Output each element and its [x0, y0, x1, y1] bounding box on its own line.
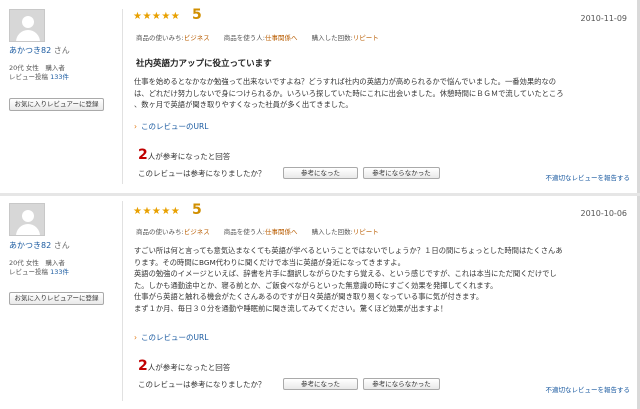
review-body-line: 仕事がら英語と触れる機会がたくさんあるのですが日々英語が聞き取り易くなっている事… — [134, 292, 484, 301]
review-body-line: 、数ヶ月で英語が聞き取りやすくなった社員が多く出てきました。 — [134, 100, 353, 109]
reviewer-post-count: レビュー投稿 133件 — [9, 73, 69, 82]
review-body-line: 英語の勉強のイメージといえば、辞書を片手に翻訳しながらひたすら覚える、という感じ… — [134, 269, 557, 278]
reviewer-name: あかつき82 さん — [9, 45, 70, 56]
helpful-no-button[interactable]: 参考にならなかった — [363, 378, 440, 390]
times-label: 購入した回数: — [311, 228, 353, 236]
helpful-count: 2 — [138, 147, 148, 163]
usage-label: 商品の使いみち: — [136, 34, 184, 42]
favorite-reviewer-button[interactable]: お気に入りレビュアーに登録 — [9, 98, 104, 111]
post-count-label: レビュー投稿 — [9, 268, 48, 276]
review-body: 仕事を始めるとなかなか勉強って出来ないですよね？どうすれば社内の英語力が高められ… — [134, 76, 624, 111]
helpful-text: 人が参考になったと回答 — [147, 152, 231, 161]
review-card: あかつき82 さん 20代 女性 購入者 レビュー投稿 133件 お気に入りレビ… — [0, 196, 640, 409]
helpful-yes-button[interactable]: 参考になった — [283, 167, 358, 179]
reviewer-name: あかつき82 さん — [9, 240, 70, 251]
review-card: あかつき82 さん 20代 女性 購入者 レビュー投稿 133件 お気に入りレビ… — [0, 0, 640, 193]
for-label: 商品を使う人: — [223, 228, 265, 236]
review-body-line: まず１か月、毎日３０分を通勤や睡眠前に聞き流してみてください。驚くほど効果が出ま… — [134, 303, 448, 313]
star-rating-icon: ★★★★★ — [133, 11, 181, 22]
helpful-count: 2 — [138, 358, 148, 374]
helpful-summary: 2人が参考になったと回答 — [138, 358, 230, 374]
column-divider — [122, 201, 123, 401]
report-review-link[interactable]: 不適切なレビューを報告する — [546, 384, 631, 394]
review-date: 2010-10-06 — [580, 209, 628, 218]
reviewer-demographics: 20代 女性 購入者 — [9, 64, 65, 72]
times-value-link[interactable]: リピート — [353, 228, 379, 236]
star-rating-icon: ★★★★★ — [133, 206, 181, 217]
review-title: 社内英語力アップに役立っています — [136, 59, 272, 69]
review-body-line: 仕事を始めるとなかなか勉強って出来ないですよね？どうすれば社内の英語力が高められ… — [134, 77, 557, 86]
review-url-label[interactable]: このレビューのURL — [141, 333, 208, 342]
reviewer-post-count: レビュー投稿 133件 — [9, 268, 69, 277]
times-label: 購入した回数: — [311, 34, 353, 42]
column-divider — [122, 9, 123, 184]
arrow-right-icon: › — [134, 122, 137, 131]
rating-score: 5 — [192, 7, 202, 23]
usage-value-link[interactable]: ビジネス — [184, 228, 210, 236]
usage-label: 商品の使いみち: — [136, 228, 184, 236]
helpful-text: 人が参考になったと回答 — [147, 363, 231, 372]
helpful-yes-button[interactable]: 参考になった — [283, 378, 358, 390]
rating-score: 5 — [192, 202, 202, 218]
for-label: 商品を使う人: — [223, 34, 265, 42]
reviewer-name-link[interactable]: あかつき82 — [9, 46, 51, 55]
review-meta: 商品の使いみち:ビジネス 商品を使う人:仕事関係へ 購入した回数:リピート — [136, 226, 391, 236]
favorite-reviewer-button[interactable]: お気に入りレビュアーに登録 — [9, 292, 104, 305]
usage-value-link[interactable]: ビジネス — [184, 34, 210, 42]
review-body-line: すごい所は何と言っても意気込まなくても英語が学べるということではないでしょうか？… — [134, 246, 563, 255]
for-value-link[interactable]: 仕事関係へ — [265, 34, 298, 42]
review-url-link[interactable]: › このレビューのURL — [134, 332, 208, 343]
reviewer-demographics: 20代 女性 購入者 — [9, 259, 65, 267]
review-url-link[interactable]: › このレビューのURL — [134, 121, 208, 132]
review-body: すごい所は何と言っても意気込まなくても英語が学べるということではないでしょうか？… — [134, 245, 624, 314]
for-value-link[interactable]: 仕事関係へ — [265, 228, 298, 236]
review-date: 2010-11-09 — [580, 14, 628, 23]
post-count-link[interactable]: 133件 — [50, 268, 69, 276]
helpful-question: このレビューは参考になりましたか？ — [138, 169, 266, 178]
times-value-link[interactable]: リピート — [353, 34, 379, 42]
post-count-label: レビュー投稿 — [9, 73, 48, 81]
reviewer-name-suffix: さん — [53, 46, 70, 55]
report-review-link[interactable]: 不適切なレビューを報告する — [546, 172, 631, 182]
user-avatar-icon[interactable] — [9, 9, 45, 42]
helpful-question: このレビューは参考になりましたか？ — [138, 380, 266, 389]
review-body-line: た。しかも通勤途中とか、寝る前とか、ご飯食べながらといった無意識の時にすごく効果… — [134, 280, 498, 290]
review-url-label[interactable]: このレビューのURL — [141, 122, 208, 131]
review-meta: 商品の使いみち:ビジネス 商品を使う人:仕事関係へ 購入した回数:リピート — [136, 32, 391, 42]
review-body-line: は、どれだけ努力しないで身につけられるか。いろいろ探していた時にこれに出会いまし… — [134, 88, 564, 98]
helpful-no-button[interactable]: 参考にならなかった — [363, 167, 440, 179]
reviewer-name-suffix: さん — [53, 241, 70, 250]
review-body-line: ります。その時間にBGM代わりに聞くだけで本当に英語が身近になってきますよ。 — [134, 257, 405, 267]
post-count-link[interactable]: 133件 — [50, 73, 69, 81]
user-avatar-icon[interactable] — [9, 203, 45, 236]
helpful-summary: 2人が参考になったと回答 — [138, 147, 230, 163]
reviewer-name-link[interactable]: あかつき82 — [9, 241, 51, 250]
arrow-right-icon: › — [134, 333, 137, 342]
